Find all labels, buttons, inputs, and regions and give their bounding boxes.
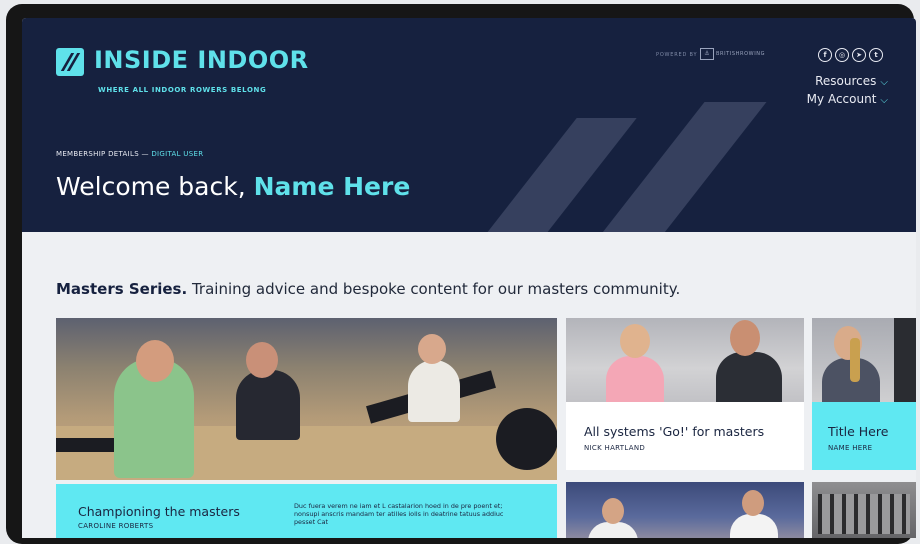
device-frame: INSIDE INDOOR WHERE ALL INDOOR ROWERS BE…: [6, 4, 916, 544]
membership-label: MEMBERSHIP DETAILS: [56, 150, 139, 158]
telegram-icon[interactable]: ➤: [852, 48, 866, 62]
instagram-icon[interactable]: ◎: [835, 48, 849, 62]
card-image-title-here[interactable]: [812, 318, 916, 402]
welcome-heading: Welcome back, Name Here: [56, 172, 410, 201]
membership-details: MEMBERSHIP DETAILS — DIGITAL USER: [56, 150, 203, 158]
double-slash-icon[interactable]: [56, 48, 84, 76]
site-header: INSIDE INDOOR WHERE ALL INDOOR ROWERS BE…: [22, 18, 916, 232]
membership-separator: —: [138, 150, 152, 158]
twitter-icon[interactable]: t: [869, 48, 883, 62]
section-title-rest: Training advice and bespoke content for …: [187, 280, 681, 298]
card-excerpt: Duc fuera verem ne iam et L castalarion …: [294, 502, 504, 526]
card-title[interactable]: All systems 'Go!' for masters: [584, 424, 764, 439]
nav-resources[interactable]: Resources ⌵: [815, 74, 888, 88]
chevron-down-icon: ⌵: [880, 95, 888, 106]
social-links: f ◎ ➤ t: [815, 48, 883, 62]
brand-tagline: WHERE ALL INDOOR ROWERS BELONG: [98, 86, 267, 94]
section-title-bold: Masters Series.: [56, 280, 188, 298]
nav-resources-label: Resources: [815, 74, 877, 88]
membership-type: DIGITAL USER: [151, 150, 204, 158]
user-name: Name Here: [253, 172, 411, 201]
browser-viewport: INSIDE INDOOR WHERE ALL INDOOR ROWERS BE…: [22, 18, 916, 538]
partner-name[interactable]: BRITISHROWING: [716, 51, 765, 57]
nav-my-account[interactable]: My Account ⌵: [807, 92, 888, 106]
card-title[interactable]: Championing the masters: [78, 504, 240, 519]
nav-account-label: My Account: [806, 92, 877, 106]
card-title[interactable]: Title Here: [828, 424, 888, 439]
powered-by-label: POWERED BY: [656, 52, 698, 58]
chevron-down-icon: ⌵: [880, 77, 888, 88]
card-author: CAROLINE ROBERTS: [78, 522, 154, 530]
card-caption-title-here[interactable]: Title Here NAME HERE: [812, 402, 916, 470]
brand-name[interactable]: INSIDE INDOOR: [94, 46, 309, 74]
card-image-championing[interactable]: [56, 318, 557, 480]
welcome-greeting: Welcome back,: [56, 172, 254, 201]
card-image-all-systems[interactable]: [566, 318, 804, 402]
card-caption-all-systems[interactable]: All systems 'Go!' for masters NICK HARTL…: [566, 402, 804, 470]
card-author: NAME HERE: [828, 444, 873, 452]
partner-logo-icon: ⚓: [700, 48, 714, 60]
section-title: Masters Series. Training advice and besp…: [56, 280, 680, 298]
decorative-stripe: [467, 118, 637, 232]
facebook-icon[interactable]: f: [818, 48, 832, 62]
card-author: NICK HARTLAND: [584, 444, 646, 452]
